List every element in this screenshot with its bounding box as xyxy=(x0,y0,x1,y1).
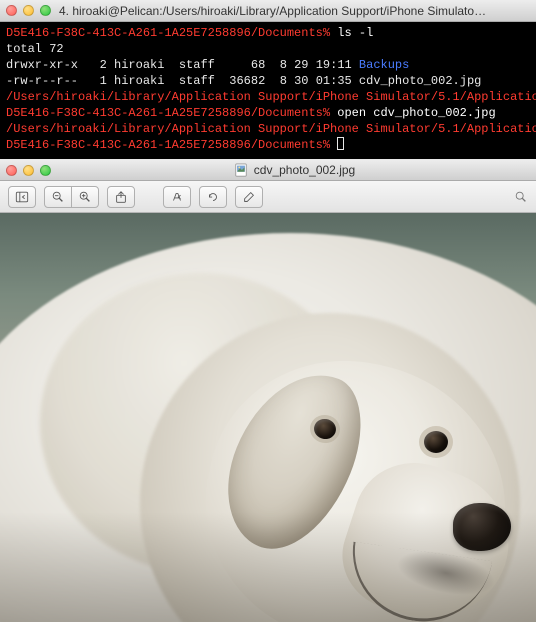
terminal-window: 4. hiroaki@Pelican:/Users/hiroaki/Librar… xyxy=(0,0,536,159)
preview-titlebar[interactable]: cdv_photo_002.jpg xyxy=(0,159,536,181)
image-viewport[interactable] xyxy=(0,213,536,622)
markup-icon xyxy=(242,190,256,204)
command-text: ls -l xyxy=(337,26,373,40)
zoom-group xyxy=(44,186,99,208)
window-controls xyxy=(6,5,51,16)
zoom-icon[interactable] xyxy=(40,5,51,16)
sidebar-toggle-button[interactable] xyxy=(8,186,36,208)
close-icon[interactable] xyxy=(6,165,17,176)
cursor xyxy=(337,137,344,150)
sidebar-icon xyxy=(15,190,29,204)
prompt-path: D5E416-F38C-413C-A261-1A25E7258896/Docum… xyxy=(6,26,330,40)
zoom-icon[interactable] xyxy=(40,165,51,176)
terminal-titlebar[interactable]: 4. hiroaki@Pelican:/Users/hiroaki/Librar… xyxy=(0,0,536,22)
terminal-title: 4. hiroaki@Pelican:/Users/hiroaki/Librar… xyxy=(59,4,530,18)
search-area[interactable] xyxy=(514,190,528,204)
preview-toolbar xyxy=(0,181,536,213)
rotate-icon xyxy=(206,190,220,204)
minimize-icon[interactable] xyxy=(23,5,34,16)
markup-button[interactable] xyxy=(235,186,263,208)
file-jpg-icon xyxy=(234,163,248,177)
minimize-icon[interactable] xyxy=(23,165,34,176)
prompt-path: D5E416-F38C-413C-A261-1A25E7258896/Docum… xyxy=(6,138,330,152)
search-icon xyxy=(514,190,528,204)
prompt-path: /Users/hiroaki/Library/Application Suppo… xyxy=(6,90,536,104)
preview-title: cdv_photo_002.jpg xyxy=(59,163,530,177)
output-line: total 72 xyxy=(6,42,64,56)
directory-name: Backups xyxy=(359,58,409,72)
window-controls xyxy=(6,165,51,176)
zoom-in-button[interactable] xyxy=(71,186,99,208)
terminal-body[interactable]: D5E416-F38C-413C-A261-1A25E7258896/Docum… xyxy=(0,22,536,159)
highlight-icon xyxy=(170,190,184,204)
share-icon xyxy=(114,190,128,204)
highlight-button[interactable] xyxy=(163,186,191,208)
zoom-out-icon xyxy=(51,190,65,204)
command-text: open cdv_photo_002.jpg xyxy=(337,106,495,120)
perm: drwxr-xr-x xyxy=(6,58,78,72)
prompt-path: D5E416-F38C-413C-A261-1A25E7258896/Docum… xyxy=(6,106,330,120)
perm: -rw-r--r-- xyxy=(6,74,78,88)
zoom-in-icon xyxy=(78,190,92,204)
share-button[interactable] xyxy=(107,186,135,208)
file-name: cdv_photo_002.jpg xyxy=(359,74,481,88)
preview-window: cdv_photo_002.jpg xyxy=(0,159,536,622)
zoom-out-button[interactable] xyxy=(44,186,72,208)
close-icon[interactable] xyxy=(6,5,17,16)
prompt-path: /Users/hiroaki/Library/Application Suppo… xyxy=(6,122,536,136)
rotate-button[interactable] xyxy=(199,186,227,208)
